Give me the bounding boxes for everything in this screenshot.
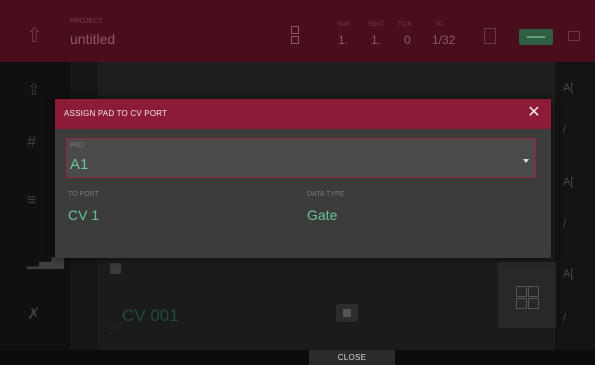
home-icon[interactable]: ⇧: [26, 26, 48, 46]
data-type-field[interactable]: Gate: [307, 207, 337, 223]
add-icon[interactable]: [110, 263, 121, 274]
large-pad-grid-icon[interactable]: [498, 262, 556, 328]
list-nav-icon[interactable]: ≡: [27, 192, 36, 210]
edit-icon[interactable]: /: [563, 124, 583, 138]
bottom-bar: [0, 350, 595, 365]
pad-select[interactable]: PAD A1: [66, 138, 536, 178]
beat-value[interactable]: 1.: [371, 33, 381, 47]
cv-track-row: [98, 252, 555, 350]
tools-nav-icon[interactable]: ✗: [27, 304, 40, 324]
tick-value[interactable]: 0: [404, 33, 411, 47]
tick-label: TICK: [398, 22, 412, 28]
close-button[interactable]: CLOSE: [309, 350, 395, 365]
project-label: PROJECT: [70, 18, 103, 25]
home-nav-icon[interactable]: ⇧: [27, 80, 40, 100]
bar-value[interactable]: 1.: [338, 33, 348, 47]
to-port-field[interactable]: CV 1: [68, 207, 99, 223]
tc-label: TC: [435, 22, 443, 28]
cv-track-hint: CV: [108, 324, 118, 331]
data-type-label: DATA TYPE: [307, 191, 345, 198]
project-name[interactable]: untitled: [70, 31, 115, 47]
to-port-label: TO PORT: [68, 191, 99, 198]
tc-value[interactable]: 1/32: [432, 33, 455, 47]
sequence-icon[interactable]: [290, 24, 300, 44]
dialog-title: ASSIGN PAD TO CV PORT: [64, 109, 168, 118]
dialog-header: ASSIGN PAD TO CV PORT ✕: [55, 99, 551, 129]
right-column: [555, 62, 595, 350]
automation-icon[interactable]: A[: [563, 176, 583, 190]
automation-icon[interactable]: A[: [563, 268, 583, 282]
edit-icon[interactable]: /: [563, 218, 583, 232]
chevron-down-icon: [523, 159, 529, 163]
top-header: ⇧ PROJECT untitled BAR 1. BEAT 1. TICK 0…: [0, 0, 595, 62]
message-icon[interactable]: [568, 31, 580, 41]
bar-label: BAR: [338, 22, 351, 28]
assign-pad-dialog: ASSIGN PAD TO CV PORT ✕ PAD A1 TO PORT C…: [55, 99, 551, 258]
pad-value: A1: [70, 156, 89, 173]
pad-label: PAD: [70, 142, 84, 149]
edit-icon[interactable]: /: [563, 312, 583, 326]
io-icon[interactable]: [484, 28, 496, 44]
beat-label: BEAT: [369, 22, 385, 28]
waveform-icon[interactable]: [519, 29, 553, 45]
pad-grid-icon[interactable]: [336, 304, 358, 322]
cv-track-name: CV 001: [122, 306, 179, 325]
automation-icon[interactable]: A[: [563, 82, 583, 96]
close-icon[interactable]: ✕: [525, 104, 543, 122]
grid-nav-icon[interactable]: #: [27, 134, 36, 152]
